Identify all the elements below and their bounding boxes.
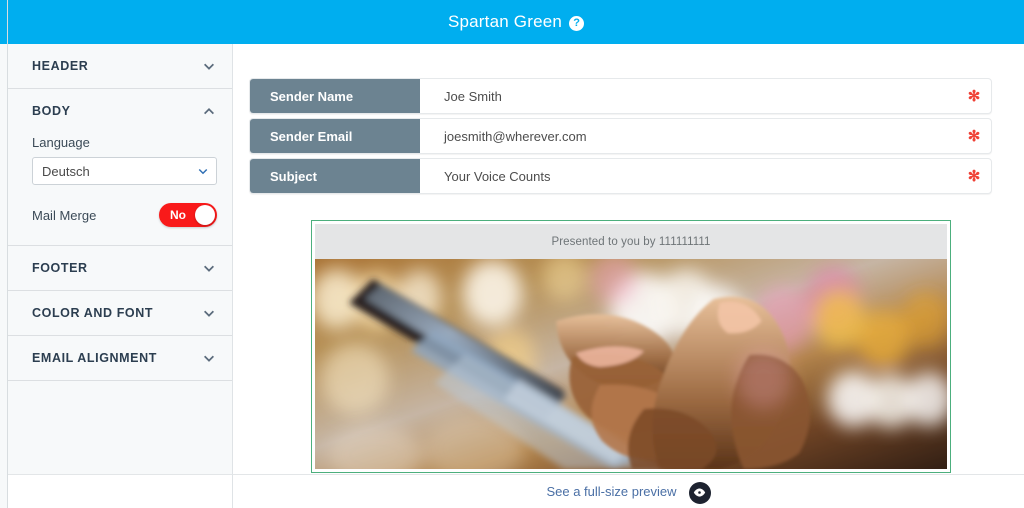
required-asterisk-icon: ✻ (967, 128, 981, 145)
sender-name-input[interactable]: Joe Smith (420, 79, 957, 113)
settings-sidebar: HEADER BODY Language Deutsch Mail Merge … (8, 44, 233, 474)
eye-icon-glyph (693, 488, 706, 497)
sidebar-section-label: COLOR AND FONT (32, 306, 154, 320)
sidebar-section-body: BODY Language Deutsch Mail Merge No (8, 89, 232, 246)
sidebar-section-label: BODY (32, 104, 71, 118)
mail-merge-row: Mail Merge No (32, 203, 217, 227)
sender-name-label: Sender Name (250, 79, 420, 113)
chevron-down-icon (204, 355, 214, 362)
table-row: Sender Email joesmith@wherever.com ✻ (249, 118, 992, 154)
edge-strip-topbar (0, 0, 7, 44)
language-label: Language (32, 135, 90, 150)
mail-merge-toggle[interactable]: No (159, 203, 217, 227)
email-preview: Presented to you by 111111111 (311, 220, 951, 473)
sidebar-section-label: HEADER (32, 59, 89, 73)
mail-merge-label: Mail Merge (32, 207, 97, 223)
email-preview-wrapper: Presented to you by 111111111 (311, 220, 951, 473)
table-row: Subject Your Voice Counts ✻ (249, 158, 992, 194)
required-asterisk-icon: ✻ (967, 88, 981, 105)
question-mark-icon[interactable]: ? (569, 15, 585, 31)
sidebar-item-email-alignment[interactable]: EMAIL ALIGNMENT (8, 336, 232, 380)
mail-merge-toggle-value: No (170, 208, 186, 222)
email-fields-form: Sender Name Joe Smith ✻ Sender Email joe… (233, 44, 1024, 473)
app-header-bar: Spartan Green ? (8, 0, 1024, 44)
sidebar-section-label: FOOTER (32, 261, 88, 275)
chevron-down-icon (204, 63, 214, 70)
chevron-down-icon (204, 265, 214, 272)
sender-email-input[interactable]: joesmith@wherever.com (420, 119, 957, 153)
bottom-bar-sidebar-spacer (8, 474, 233, 508)
hero-image-graphic (315, 259, 947, 469)
page-title: Spartan Green (447, 12, 563, 31)
body-section-content: Language Deutsch Mail Merge No (8, 133, 232, 245)
sidebar-item-body[interactable]: BODY (8, 89, 232, 133)
sidebar-section-email-alignment: EMAIL ALIGNMENT (8, 336, 232, 381)
language-select-wrapper: Deutsch (32, 157, 217, 185)
sidebar-section-color-and-font: COLOR AND FONT (8, 291, 232, 336)
sidebar-section-label: EMAIL ALIGNMENT (32, 351, 157, 365)
main-content: Sender Name Joe Smith ✻ Sender Email joe… (233, 44, 1024, 474)
required-asterisk-icon: ✻ (967, 168, 981, 185)
edge-strip-body (0, 44, 7, 508)
sidebar-section-header: HEADER (8, 44, 232, 89)
sender-email-label: Sender Email (250, 119, 420, 153)
chevron-down-icon (204, 310, 214, 317)
chevron-up-icon (204, 108, 214, 115)
full-size-preview-link[interactable]: See a full-size preview (546, 484, 676, 499)
eye-icon[interactable] (688, 481, 711, 504)
subject-label: Subject (250, 159, 420, 193)
language-select[interactable]: Deutsch (32, 157, 217, 185)
page-edge-strip (0, 0, 8, 508)
preview-banner-text: Presented to you by 111111111 (315, 224, 947, 259)
sidebar-item-color-and-font[interactable]: COLOR AND FONT (8, 291, 232, 335)
app-window: Spartan Green ? HEADER BODY Language Deu… (0, 0, 1024, 508)
preview-hero-image (315, 259, 947, 469)
bottom-bar: See a full-size preview (233, 474, 1024, 508)
sidebar-item-header[interactable]: HEADER (8, 44, 232, 88)
sidebar-item-footer[interactable]: FOOTER (8, 246, 232, 290)
table-row: Sender Name Joe Smith ✻ (249, 78, 992, 114)
subject-input[interactable]: Your Voice Counts (420, 159, 957, 193)
toggle-knob (195, 205, 215, 225)
sidebar-section-footer: FOOTER (8, 246, 232, 291)
